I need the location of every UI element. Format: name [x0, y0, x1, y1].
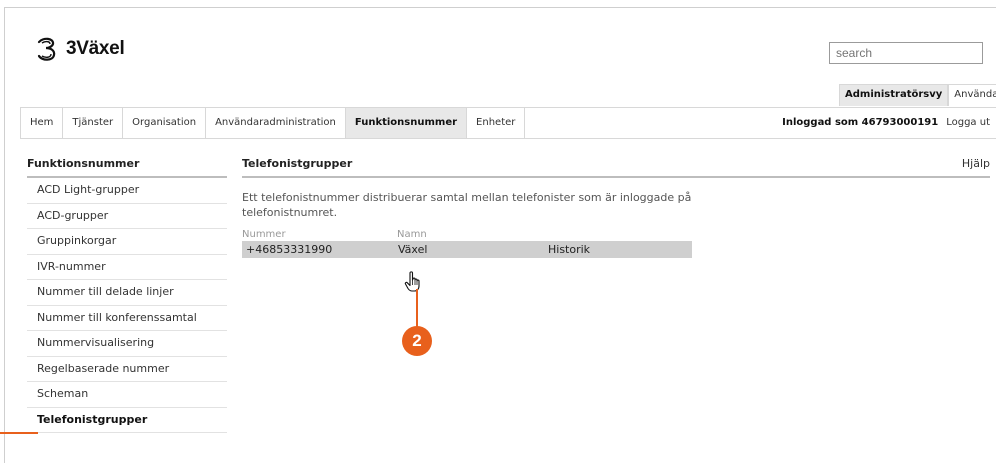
column-header-nummer: Nummer — [242, 229, 286, 240]
sidebar: Funktionsnummer ACD Light-grupper ACD-gr… — [27, 157, 227, 433]
column-header-namn: Namn — [397, 229, 427, 240]
table-row[interactable]: +46853331990 Växel Historik — [242, 241, 692, 258]
sidebar-title: Funktionsnummer — [27, 157, 227, 178]
page-description: Ett telefonistnummer distribuerar samtal… — [242, 191, 692, 219]
sidebar-item-delade-linjer[interactable]: Nummer till delade linjer — [27, 280, 227, 306]
callout-left-line — [0, 432, 38, 434]
search-input[interactable] — [829, 42, 983, 64]
sidebar-item-telefonistgrupper[interactable]: Telefonistgrupper — [27, 408, 227, 433]
sidebar-item-acd-grupper[interactable]: ACD-grupper — [27, 204, 227, 229]
nav-item-enheter[interactable]: Enheter — [466, 108, 526, 138]
sidebar-item-scheman[interactable]: Scheman — [27, 382, 227, 408]
nav-item-funktionsnummer[interactable]: Funktionsnummer — [344, 108, 467, 138]
help-link[interactable]: Hjälp — [962, 157, 990, 170]
cell-name[interactable]: Växel — [394, 241, 544, 258]
callout-badge: 2 — [402, 326, 432, 356]
tab-anvandarvy[interactable]: Användarvy — [948, 84, 996, 106]
three-logo-icon — [37, 37, 56, 61]
page-title: Telefonistgrupper — [242, 157, 990, 178]
nav-item-organisation[interactable]: Organisation — [122, 108, 205, 138]
nav-item-anvandaradministration[interactable]: Användaradministration — [205, 108, 345, 138]
brand-name: 3Växel — [66, 38, 125, 59]
nav-item-tjanster[interactable]: Tjänster — [62, 108, 122, 138]
main-content: Telefonistgrupper Hjälp Ett telefonistnu… — [242, 157, 990, 258]
tab-administratorsvy[interactable]: Administratörsvy — [839, 84, 949, 106]
history-link[interactable]: Historik — [544, 241, 590, 258]
logged-in-label: Inloggad som 46793000191 — [782, 117, 939, 128]
sidebar-item-konferenssamtal[interactable]: Nummer till konferenssamtal — [27, 306, 227, 331]
user-area: Inloggad som 46793000191 Logga ut — [782, 108, 990, 138]
sidebar-item-gruppinkorgar[interactable]: Gruppinkorgar — [27, 229, 227, 255]
sidebar-item-nummervisualisering[interactable]: Nummervisualisering — [27, 331, 227, 357]
sidebar-item-acd-light-grupper[interactable]: ACD Light-grupper — [27, 178, 227, 204]
nav-item-hem[interactable]: Hem — [20, 108, 62, 138]
cell-number: +46853331990 — [246, 243, 333, 256]
table-header: Nummer Namn — [242, 229, 990, 240]
view-switcher: Administratörsvy Användarvy — [839, 84, 996, 106]
logout-link[interactable]: Logga ut — [946, 108, 990, 138]
callout-line — [416, 289, 418, 331]
hand-pointer-icon — [404, 271, 420, 292]
sidebar-item-regelbaserade-nummer[interactable]: Regelbaserade nummer — [27, 357, 227, 382]
sidebar-item-ivr-nummer[interactable]: IVR-nummer — [27, 255, 227, 280]
top-navigation: Hem Tjänster Organisation Användaradmini… — [20, 107, 996, 139]
brand-logo[interactable]: 3Växel — [34, 36, 125, 62]
